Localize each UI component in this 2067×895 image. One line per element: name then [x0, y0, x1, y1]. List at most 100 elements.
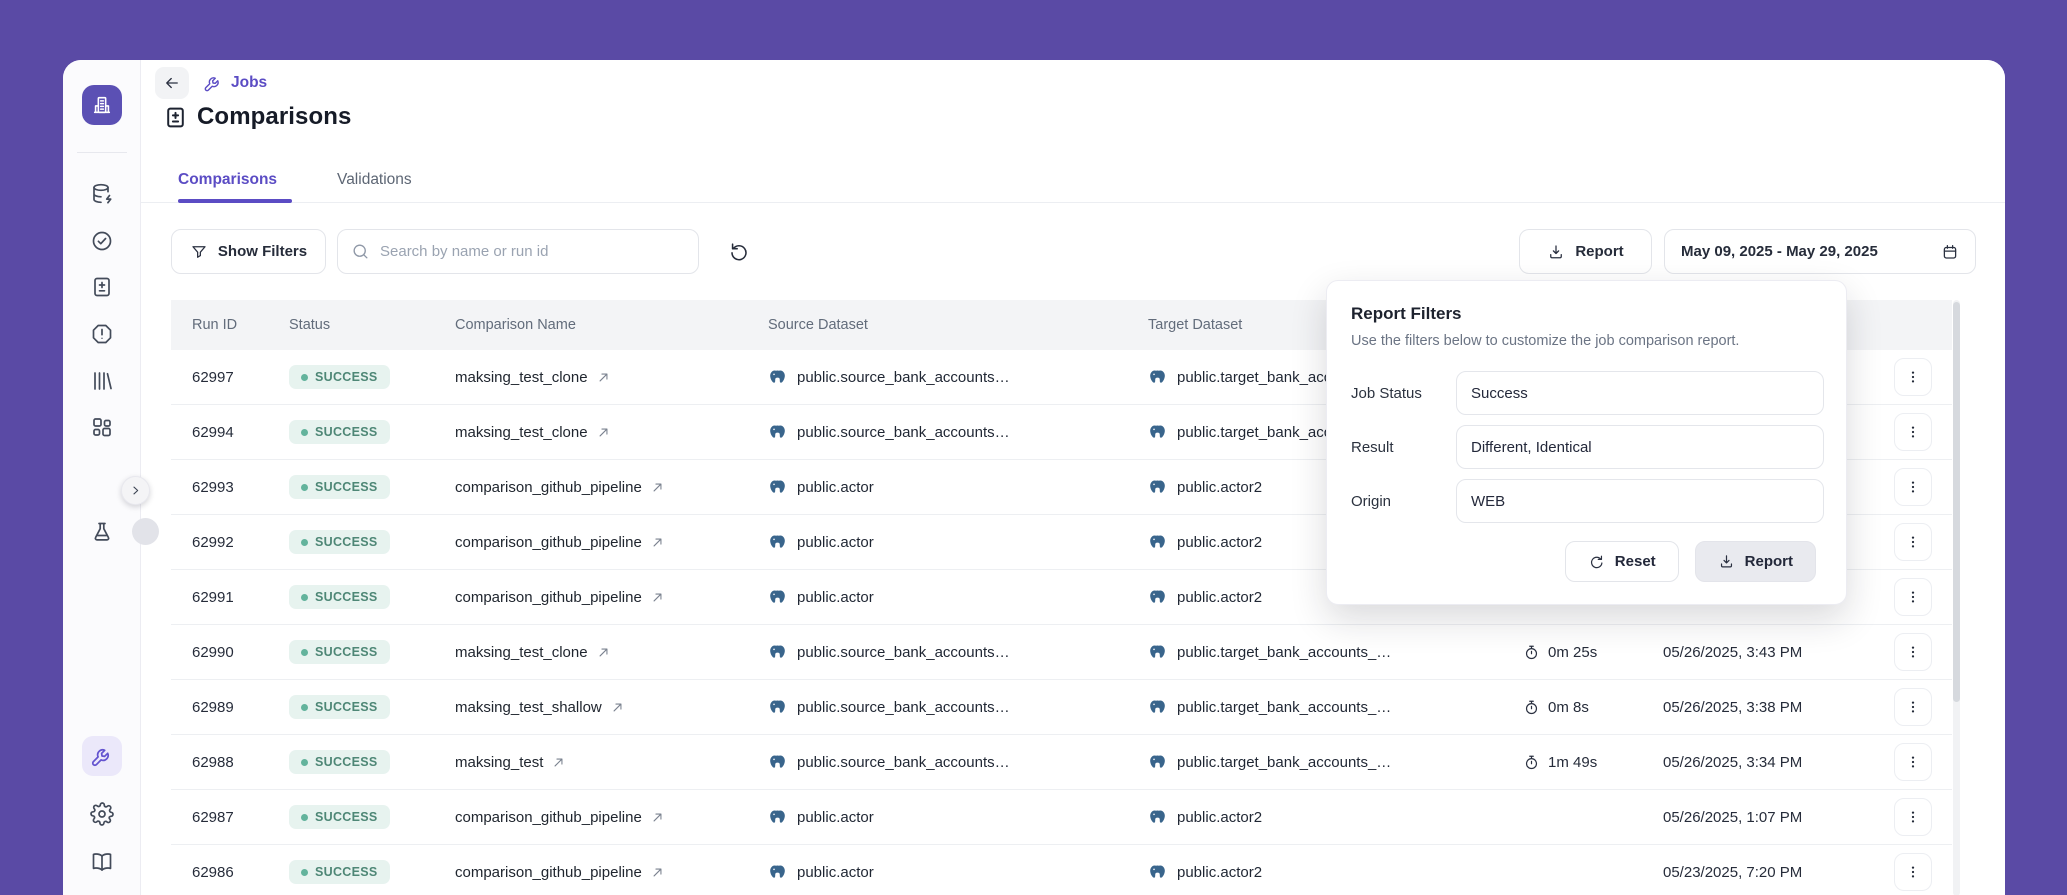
- table-row[interactable]: 62989 SUCCESS maksing_test_shallow publi…: [171, 680, 1952, 735]
- column-header-run-id: Run ID: [192, 317, 238, 333]
- row-menu-button[interactable]: [1894, 688, 1932, 726]
- gear-icon[interactable]: [90, 802, 114, 826]
- created-at-cell: 05/26/2025, 3:38 PM: [1663, 698, 1803, 716]
- status-label: SUCCESS: [315, 590, 378, 604]
- search-input[interactable]: [337, 229, 699, 274]
- job-status-select[interactable]: Success: [1456, 371, 1824, 415]
- created-at-cell: 05/23/2025, 7:20 PM: [1663, 863, 1803, 881]
- external-link-icon[interactable]: [650, 810, 665, 825]
- created-at-cell: 05/26/2025, 3:43 PM: [1663, 643, 1803, 661]
- breadcrumb-jobs-link[interactable]: Jobs: [231, 74, 267, 92]
- report-button[interactable]: Report: [1519, 229, 1652, 274]
- status-cell: SUCCESS: [289, 585, 455, 609]
- app-logo[interactable]: [82, 85, 122, 125]
- table-row[interactable]: 62990 SUCCESS maksing_test_clone public.…: [171, 625, 1952, 680]
- active-tab-underline: [178, 199, 292, 203]
- row-menu-button[interactable]: [1894, 853, 1932, 891]
- comparison-name-link[interactable]: maksing_test_shallow: [455, 699, 602, 716]
- row-menu-button[interactable]: [1894, 798, 1932, 836]
- table-scrollbar[interactable]: [1953, 300, 1960, 895]
- comparison-name-link[interactable]: comparison_github_pipeline: [455, 589, 642, 606]
- flask-icon[interactable]: [90, 520, 114, 544]
- comparison-name-link[interactable]: maksing_test_clone: [455, 424, 588, 441]
- external-link-icon[interactable]: [650, 535, 665, 550]
- scrollbar-thumb[interactable]: [1953, 302, 1960, 702]
- comparison-name-cell: maksing_test_shallow: [455, 699, 768, 716]
- comparison-name-link[interactable]: comparison_github_pipeline: [455, 534, 642, 551]
- actions-cell: [1874, 743, 1952, 781]
- refresh-button[interactable]: [727, 240, 751, 264]
- date-range-picker[interactable]: May 09, 2025 - May 29, 2025: [1664, 229, 1976, 274]
- status-cell: SUCCESS: [289, 365, 455, 389]
- result-select[interactable]: Different, Identical: [1456, 425, 1824, 469]
- row-menu-button[interactable]: [1894, 413, 1932, 451]
- row-menu-button[interactable]: [1894, 523, 1932, 561]
- status-badge: SUCCESS: [289, 530, 390, 554]
- tab-bar: Comparisons Validations: [141, 165, 2005, 203]
- table-row[interactable]: 62986 SUCCESS comparison_github_pipeline…: [171, 845, 1952, 895]
- source-dataset-name: public.source_bank_accounts…: [797, 643, 1010, 661]
- main-content: Jobs Comparisons Comparisons Validations…: [141, 60, 2005, 895]
- comparison-name-link[interactable]: comparison_github_pipeline: [455, 864, 642, 881]
- library-icon[interactable]: [90, 369, 114, 393]
- table-row[interactable]: 62987 SUCCESS comparison_github_pipeline…: [171, 790, 1952, 845]
- back-button[interactable]: [155, 67, 189, 99]
- popover-title: Report Filters: [1351, 304, 1462, 323]
- layout-grid-icon[interactable]: [90, 415, 114, 439]
- dots-vertical-icon: [1911, 481, 1915, 493]
- check-circle-icon[interactable]: [90, 229, 114, 253]
- row-menu-button[interactable]: [1894, 633, 1932, 671]
- external-link-icon[interactable]: [650, 480, 665, 495]
- popover-report-label: Report: [1744, 553, 1793, 570]
- reset-button-label: Reset: [1614, 553, 1656, 570]
- external-link-icon[interactable]: [596, 370, 611, 385]
- origin-select[interactable]: WEB: [1456, 479, 1824, 523]
- actions-cell: [1874, 523, 1952, 561]
- row-menu-button[interactable]: [1894, 578, 1932, 616]
- book-icon[interactable]: [90, 850, 114, 874]
- row-menu-button[interactable]: [1894, 743, 1932, 781]
- table-row[interactable]: 62988 SUCCESS maksing_test public.source…: [171, 735, 1952, 790]
- reset-button[interactable]: Reset: [1564, 541, 1679, 582]
- comparison-name-link[interactable]: maksing_test: [455, 754, 543, 771]
- postgres-icon: [1150, 644, 1165, 658]
- comparison-name-link[interactable]: comparison_github_pipeline: [455, 809, 642, 826]
- show-filters-button[interactable]: Show Filters: [171, 229, 326, 274]
- target-dataset-name: public.actor2: [1177, 588, 1263, 606]
- comparison-name-link[interactable]: maksing_test_clone: [455, 644, 588, 661]
- refresh-ccw-icon: [731, 243, 747, 261]
- external-link-icon[interactable]: [596, 645, 611, 660]
- alert-octagon-icon[interactable]: [90, 322, 114, 346]
- file-plus-icon[interactable]: [90, 275, 114, 299]
- status-label: SUCCESS: [315, 535, 378, 549]
- wrench-breadcrumb-icon: [203, 73, 223, 93]
- source-dataset-name: public.source_bank_accounts…: [797, 753, 1010, 771]
- row-menu-button[interactable]: [1894, 358, 1932, 396]
- status-cell: SUCCESS: [289, 860, 455, 884]
- status-cell: SUCCESS: [289, 640, 455, 664]
- tab-validations[interactable]: Validations: [337, 171, 412, 189]
- external-link-icon[interactable]: [551, 755, 566, 770]
- status-badge: SUCCESS: [289, 640, 390, 664]
- tab-comparisons[interactable]: Comparisons: [178, 171, 277, 189]
- external-link-icon[interactable]: [610, 700, 625, 715]
- duration-value: 1m 49s: [1548, 753, 1598, 771]
- actions-cell: [1874, 688, 1952, 726]
- external-link-icon[interactable]: [596, 425, 611, 440]
- status-cell: SUCCESS: [289, 805, 455, 829]
- row-menu-button[interactable]: [1894, 468, 1932, 506]
- external-link-icon[interactable]: [650, 590, 665, 605]
- target-dataset-cell: public.actor2: [1148, 863, 1523, 882]
- dots-vertical-icon: [1911, 756, 1915, 768]
- comparison-name-link[interactable]: comparison_github_pipeline: [455, 479, 642, 496]
- postgres-icon: [770, 479, 785, 493]
- report-filters-popover: Report Filters Use the filters below to …: [1326, 280, 1847, 605]
- external-link-icon[interactable]: [650, 865, 665, 880]
- sidebar-expand-button[interactable]: [121, 476, 150, 505]
- database-sync-icon[interactable]: [90, 182, 114, 206]
- target-dataset-name: public.target_bank_accounts_…: [1177, 643, 1392, 661]
- wrench-icon[interactable]: [90, 744, 114, 768]
- popover-report-button[interactable]: Report: [1694, 541, 1816, 582]
- target-dataset-cell: public.target_bank_accounts_…: [1148, 643, 1523, 662]
- comparison-name-link[interactable]: maksing_test_clone: [455, 369, 588, 386]
